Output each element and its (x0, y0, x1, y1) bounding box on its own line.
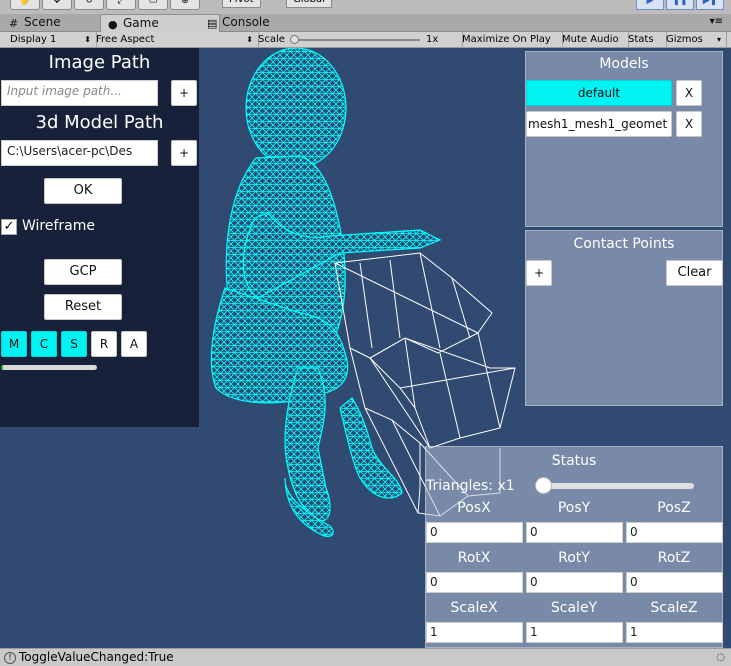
image-path-input[interactable]: Input image path... (1, 80, 158, 106)
tab-scene[interactable]: # Scene (2, 14, 114, 32)
progress-bar (1, 365, 97, 370)
ok-button[interactable]: OK (44, 178, 122, 204)
scalez-label: ScaleZ (650, 600, 698, 616)
contact-points-panel: Contact Points + Clear (525, 230, 723, 406)
info-icon: ! (4, 652, 16, 664)
mute-audio-toggle[interactable]: Mute Audio (556, 32, 629, 48)
roty-label: RotY (558, 550, 590, 566)
scalex-label: ScaleX (450, 600, 498, 616)
scene-icon: # (9, 17, 19, 30)
model-path-input[interactable]: C:\Users\acer-pc\Des (1, 140, 158, 166)
maximize-on-play-toggle[interactable]: Maximize On Play (456, 32, 563, 48)
add-model-button[interactable]: + (171, 140, 197, 166)
tab-console[interactable]: ▤ Console (200, 14, 322, 32)
checkmark-icon: ✓ (3, 219, 15, 234)
aspect-label: Free Aspect (96, 34, 155, 45)
rect-tool-icon[interactable]: ▭ (138, 0, 168, 10)
scale-slider-handle[interactable] (290, 35, 299, 44)
wireframe-label: Wireframe (22, 218, 96, 234)
remove-model-button[interactable]: X (676, 80, 702, 106)
scalex-input[interactable]: 1 (426, 622, 523, 643)
mode-button-m[interactable]: M (1, 331, 27, 357)
pivot-toggle[interactable]: Pivot (222, 0, 261, 8)
scaley-input[interactable]: 1 (526, 622, 623, 643)
game-icon: ● (108, 18, 118, 31)
scale-value: 1x (426, 34, 439, 45)
scalez-input[interactable]: 1 (626, 622, 723, 643)
step-button[interactable]: ▶❚ (696, 0, 724, 10)
tab-label: Console (222, 15, 270, 29)
editor-toolbar: ✋ ✥ ↻ ⤢ ▭ ⊕ Pivot Global ▶ ❚❚ ▶❚ (0, 0, 731, 14)
status-indicator-icon: ◌ (716, 652, 725, 663)
reset-button[interactable]: Reset (44, 294, 122, 320)
image-path-title: Image Path (48, 52, 151, 73)
scale-control: Scale 1x (252, 32, 463, 48)
transform-tool-icon[interactable]: ⊕ (170, 0, 200, 10)
triangles-label: Triangles: x1 (426, 478, 515, 494)
mode-button-s[interactable]: S (61, 331, 87, 357)
models-title: Models (599, 56, 649, 72)
add-image-button[interactable]: + (171, 80, 197, 106)
play-button[interactable]: ▶ (636, 0, 664, 10)
add-contact-point-button[interactable]: + (526, 260, 552, 286)
gizmos-dropdown[interactable]: Gizmos ▾ (660, 32, 727, 48)
wireframe-checkbox[interactable]: ✓ (1, 219, 17, 235)
posz-input[interactable]: 0 (626, 522, 723, 543)
tab-label: Scene (24, 15, 61, 29)
model-item-mesh[interactable]: mesh1_mesh1_geomet (526, 111, 672, 137)
pause-button[interactable]: ❚❚ (666, 0, 694, 10)
progress-fill (1, 365, 3, 370)
model-path-title: 3d Model Path (35, 112, 164, 133)
window-menu-icon[interactable]: ▾≡ (710, 16, 723, 27)
posz-label: PosZ (657, 500, 691, 516)
posy-input[interactable]: 0 (526, 522, 623, 543)
mode-button-r[interactable]: R (91, 331, 117, 357)
aspect-dropdown[interactable]: Free Aspect ⬍ (90, 32, 259, 48)
game-view[interactable]: Image Path Input image path... + 3d Mode… (0, 48, 731, 648)
contact-points-title: Contact Points (573, 236, 675, 252)
left-control-panel: Image Path Input image path... + 3d Mode… (0, 48, 199, 427)
status-message: ToggleValueChanged:True (19, 650, 174, 664)
display-dropdown[interactable]: Display 1 ⬍ (4, 32, 97, 48)
hand-tool-icon[interactable]: ✋ (10, 0, 40, 10)
models-panel: Models default X mesh1_mesh1_geomet X (525, 51, 723, 227)
game-view-toolbar: Display 1 ⬍ Free Aspect ⬍ Scale 1x Maxim… (0, 32, 731, 48)
status-panel: Status Triangles: x1 PosX PosY PosZ 0 0 … (425, 446, 723, 648)
mode-button-a[interactable]: A (121, 331, 147, 357)
posx-input[interactable]: 0 (426, 522, 523, 543)
dropdown-arrow-icon: ▾ (716, 35, 721, 44)
editor-tab-bar: # Scene ● Game ▤ Console ▾≡ (0, 14, 731, 33)
tab-label: Game (123, 16, 159, 30)
rotz-label: RotZ (657, 550, 691, 566)
posy-label: PosY (557, 500, 591, 516)
scale-label: Scale (258, 34, 285, 45)
global-toggle[interactable]: Global (286, 0, 332, 8)
scale-slider-track[interactable] (292, 39, 420, 41)
rotx-label: RotX (457, 550, 491, 566)
triangles-slider-track[interactable] (544, 483, 694, 489)
remove-model-button[interactable]: X (676, 111, 702, 137)
gizmos-label: Gizmos (666, 34, 703, 45)
editor-status-bar[interactable]: ! ToggleValueChanged:True ◌ (0, 648, 731, 666)
console-icon: ▤ (207, 17, 218, 30)
posx-label: PosX (457, 500, 491, 516)
triangles-slider-handle[interactable] (535, 477, 552, 494)
gcp-button[interactable]: GCP (44, 259, 122, 285)
scaley-label: ScaleY (550, 600, 598, 616)
rotx-input[interactable]: 0 (426, 572, 523, 593)
rotz-input[interactable]: 0 (626, 572, 723, 593)
move-tool-icon[interactable]: ✥ (42, 0, 72, 10)
scale-tool-icon[interactable]: ⤢ (106, 0, 136, 10)
roty-input[interactable]: 0 (526, 572, 623, 593)
model-item-default[interactable]: default (526, 80, 672, 106)
clear-contact-points-button[interactable]: Clear (666, 260, 723, 286)
status-title: Status (551, 453, 597, 469)
display-label: Display 1 (10, 34, 57, 45)
human-figure-mesh (210, 48, 442, 538)
mode-button-c[interactable]: C (31, 331, 57, 357)
rotate-tool-icon[interactable]: ↻ (74, 0, 104, 10)
